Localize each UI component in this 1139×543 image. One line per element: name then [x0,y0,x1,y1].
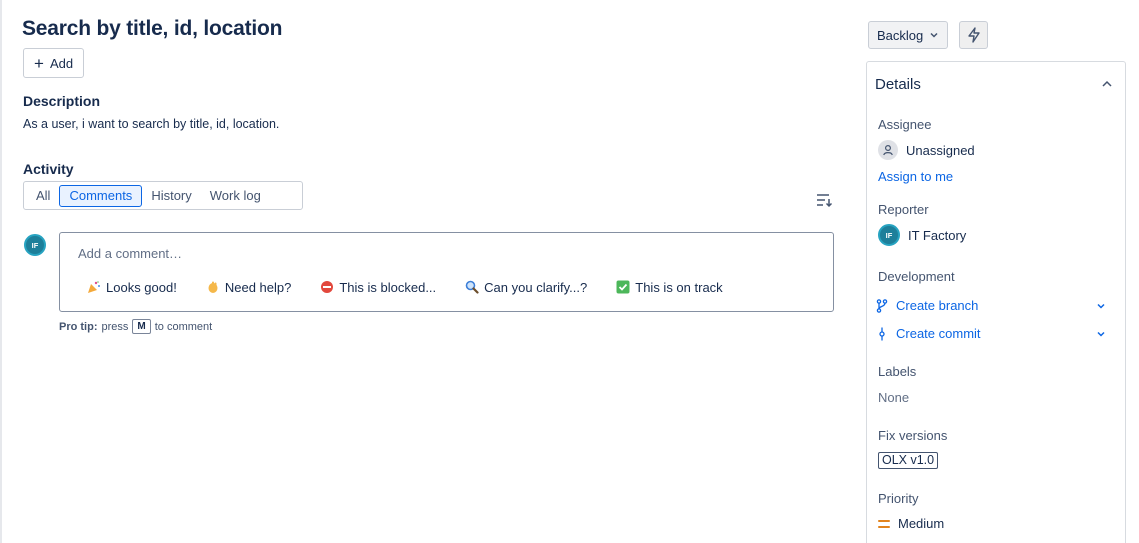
pro-tip-key: M [132,319,151,334]
magnifier-icon [465,280,479,294]
labels-label: Labels [878,364,917,379]
commit-icon [879,327,885,340]
reporter-label: Reporter [878,202,929,217]
automation-button[interactable] [959,21,988,49]
comment-placeholder: Add a comment… [78,246,183,261]
priority-name: Medium [898,516,945,531]
tab-comments[interactable]: Comments [59,184,143,207]
fix-version-tag[interactable]: OLX v1.0 [878,452,939,469]
description-heading: Description [23,93,101,109]
assignee-name: Unassigned [906,142,975,158]
tab-history[interactable]: History [142,185,200,207]
create-branch-label: Create branch [896,298,979,313]
development-label: Development [878,269,955,284]
create-commit-label: Create commit [896,326,981,341]
details-panel: Details Assignee Unassigned Assign to me… [866,61,1126,543]
no-entry-icon [320,280,334,294]
pro-tip-suffix: to comment [154,320,213,333]
priority-medium-icon [878,519,890,529]
issue-title[interactable]: Search by title, id, location [22,14,842,44]
pro-tip-press: press [101,320,129,333]
add-button[interactable]: + Add [23,48,85,78]
add-button-label: Add [49,55,74,71]
chevron-down-icon [930,32,938,38]
reporter-value[interactable]: IF IT Factory [878,224,966,246]
comment-input[interactable]: Add a comment… Looks good! Need help? Th… [59,232,834,312]
party-popper-icon [87,280,101,294]
chevron-down-icon[interactable] [1096,301,1106,311]
quick-reply-blocked[interactable]: This is blocked... [320,278,436,296]
quick-reply-on-track[interactable]: This is on track [616,278,723,296]
assignee-label: Assignee [878,117,932,132]
pro-tip-label: Pro tip: [59,320,98,333]
create-commit-button[interactable]: Create commit [876,326,1106,341]
priority-value[interactable]: Medium [878,516,944,531]
tab-work-log[interactable]: Work log [201,185,270,207]
quick-reply-clarify[interactable]: Can you clarify...? [465,278,587,296]
details-heading[interactable]: Details [875,76,921,93]
quick-reply-looks-good[interactable]: Looks good! [87,278,177,296]
branch-icon [876,298,888,313]
avatar: IF [878,224,900,246]
fix-versions-label: Fix versions [878,428,948,443]
assign-to-me-link[interactable]: Assign to me [878,169,953,184]
waving-hand-icon [206,280,220,294]
activity-tabs: All Comments History Work log [23,181,303,210]
quick-reply-label: Need help? [224,279,292,295]
reporter-name: IT Factory [908,227,967,243]
description-text[interactable]: As a user, i want to search by title, id… [23,117,279,131]
activity-heading: Activity [23,161,74,177]
quick-reply-label: Can you clarify...? [484,279,588,295]
quick-reply-need-help[interactable]: Need help? [206,278,292,296]
status-dropdown[interactable]: Backlog [868,21,949,49]
create-branch-button[interactable]: Create branch [876,298,1106,313]
avatar: IF [24,234,46,256]
quick-reply-label: This is on track [635,279,723,295]
quick-reply-label: Looks good! [106,279,177,295]
pro-tip: Pro tip: press M to comment [59,319,212,334]
tab-all[interactable]: All [27,185,59,207]
status-label: Backlog [877,27,924,43]
fix-versions-value[interactable]: OLX v1.0 [878,452,939,469]
user-icon [878,140,898,160]
sort-order-icon[interactable] [814,190,834,210]
plus-icon: + [34,53,44,73]
quick-reply-label: This is blocked... [339,279,437,295]
quick-replies: Looks good! Need help? This is blocked..… [87,278,752,296]
assignee-value[interactable]: Unassigned [878,140,975,160]
check-box-icon [616,280,630,294]
issue-main: Search by title, id, location + Add Desc… [22,14,842,334]
chevron-down-icon[interactable] [1096,329,1106,339]
priority-label: Priority [878,491,919,506]
labels-value[interactable]: None [878,390,909,405]
lightning-bolt-icon [967,27,980,43]
chevron-up-icon[interactable] [1101,78,1113,90]
window-edge [0,0,2,543]
